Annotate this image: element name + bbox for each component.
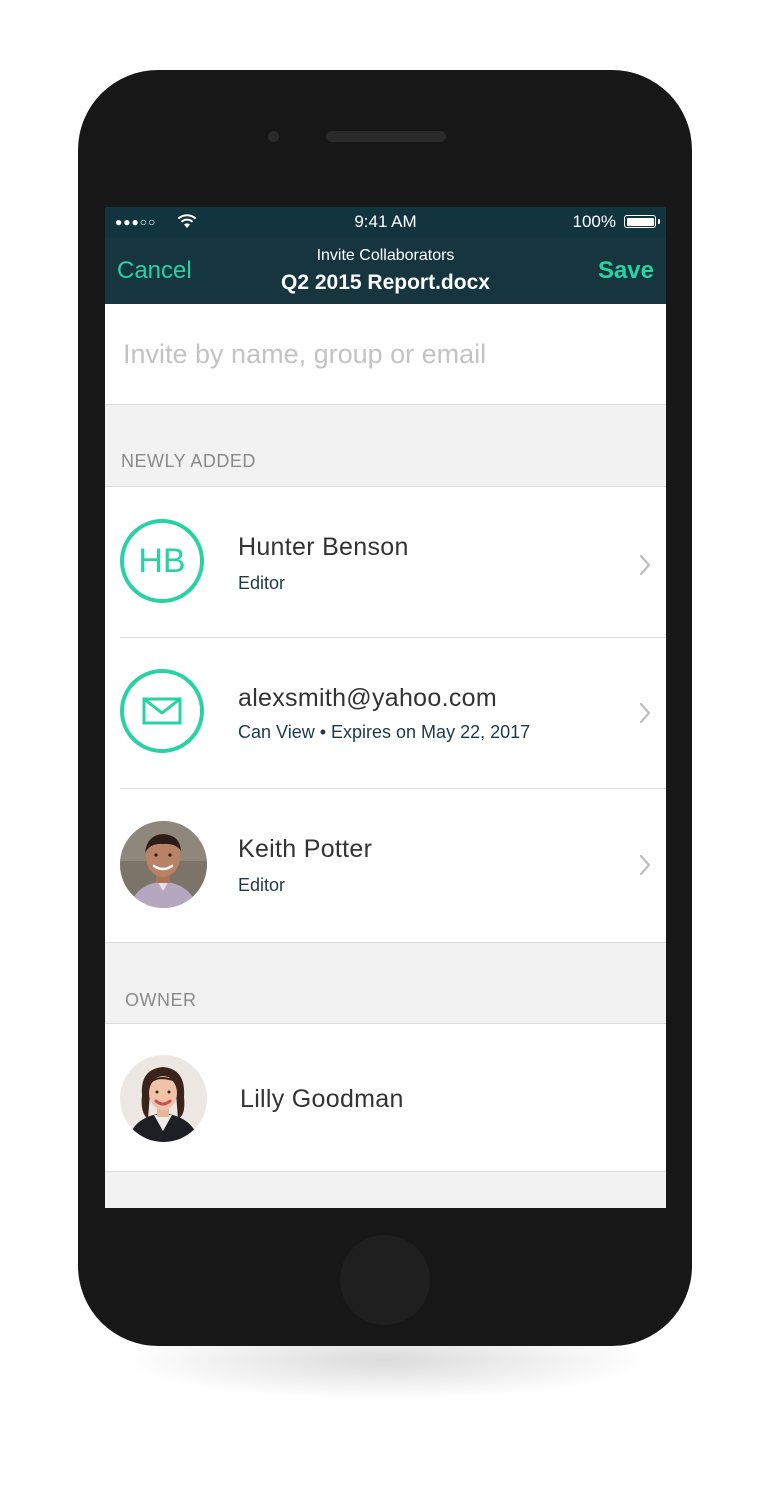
- status-bar: ●●●○○ 9:41 AM 100%: [105, 207, 666, 237]
- section-header-newly-added: NEWLY ADDED: [121, 451, 256, 471]
- owner-list: Lilly Goodman: [105, 1023, 666, 1172]
- earpiece-speaker: [326, 131, 446, 142]
- keith-potter-photo: [120, 821, 207, 908]
- home-button[interactable]: [340, 1235, 430, 1325]
- nav-subtitle: Invite Collaborators: [316, 247, 455, 264]
- chevron-right-icon: [639, 702, 651, 724]
- list-item[interactable]: Keith Potter Editor: [105, 789, 666, 940]
- collaborator-name: Keith Potter: [238, 835, 373, 863]
- avatar: HB: [120, 519, 204, 603]
- collaborator-role: Editor: [238, 573, 286, 593]
- avatar: [120, 669, 204, 753]
- collaborator-name: Hunter Benson: [238, 533, 409, 561]
- battery-percent: 100%: [572, 212, 616, 231]
- invite-search-bar: [105, 304, 666, 405]
- battery-icon: [624, 215, 660, 228]
- section-header-owner: OWNER: [125, 990, 197, 1010]
- list-item[interactable]: HB Hunter Benson Editor: [105, 487, 666, 638]
- chevron-right-icon: [639, 554, 651, 576]
- save-button[interactable]: Save: [598, 257, 654, 285]
- front-camera: [268, 131, 279, 142]
- list-item: Lilly Goodman: [105, 1024, 666, 1171]
- collaborator-permission: Can View • Expires on May 22, 2017: [238, 722, 531, 742]
- avatar-initials: HB: [138, 541, 186, 580]
- envelope-icon: [142, 697, 182, 725]
- newly-added-list: HB Hunter Benson Editor alexsmith@yahoo.…: [105, 486, 666, 943]
- nav-title: Q2 2015 Report.docx: [281, 271, 490, 294]
- avatar: [120, 821, 207, 908]
- owner-name: Lilly Goodman: [240, 1085, 404, 1113]
- navigation-bar: Cancel Invite Collaborators Q2 2015 Repo…: [105, 237, 666, 304]
- collaborator-role: Editor: [238, 875, 286, 895]
- chevron-right-icon: [639, 854, 651, 876]
- app-screen: ●●●○○ 9:41 AM 100% Cancel Invite Collabo…: [105, 207, 666, 1208]
- avatar: [120, 1055, 207, 1142]
- battery-fill: [626, 217, 654, 226]
- lilly-goodman-photo: [120, 1055, 207, 1142]
- collaborator-email: alexsmith@yahoo.com: [238, 684, 497, 712]
- list-item[interactable]: alexsmith@yahoo.com Can View • Expires o…: [105, 638, 666, 789]
- invite-search-input[interactable]: [123, 334, 643, 374]
